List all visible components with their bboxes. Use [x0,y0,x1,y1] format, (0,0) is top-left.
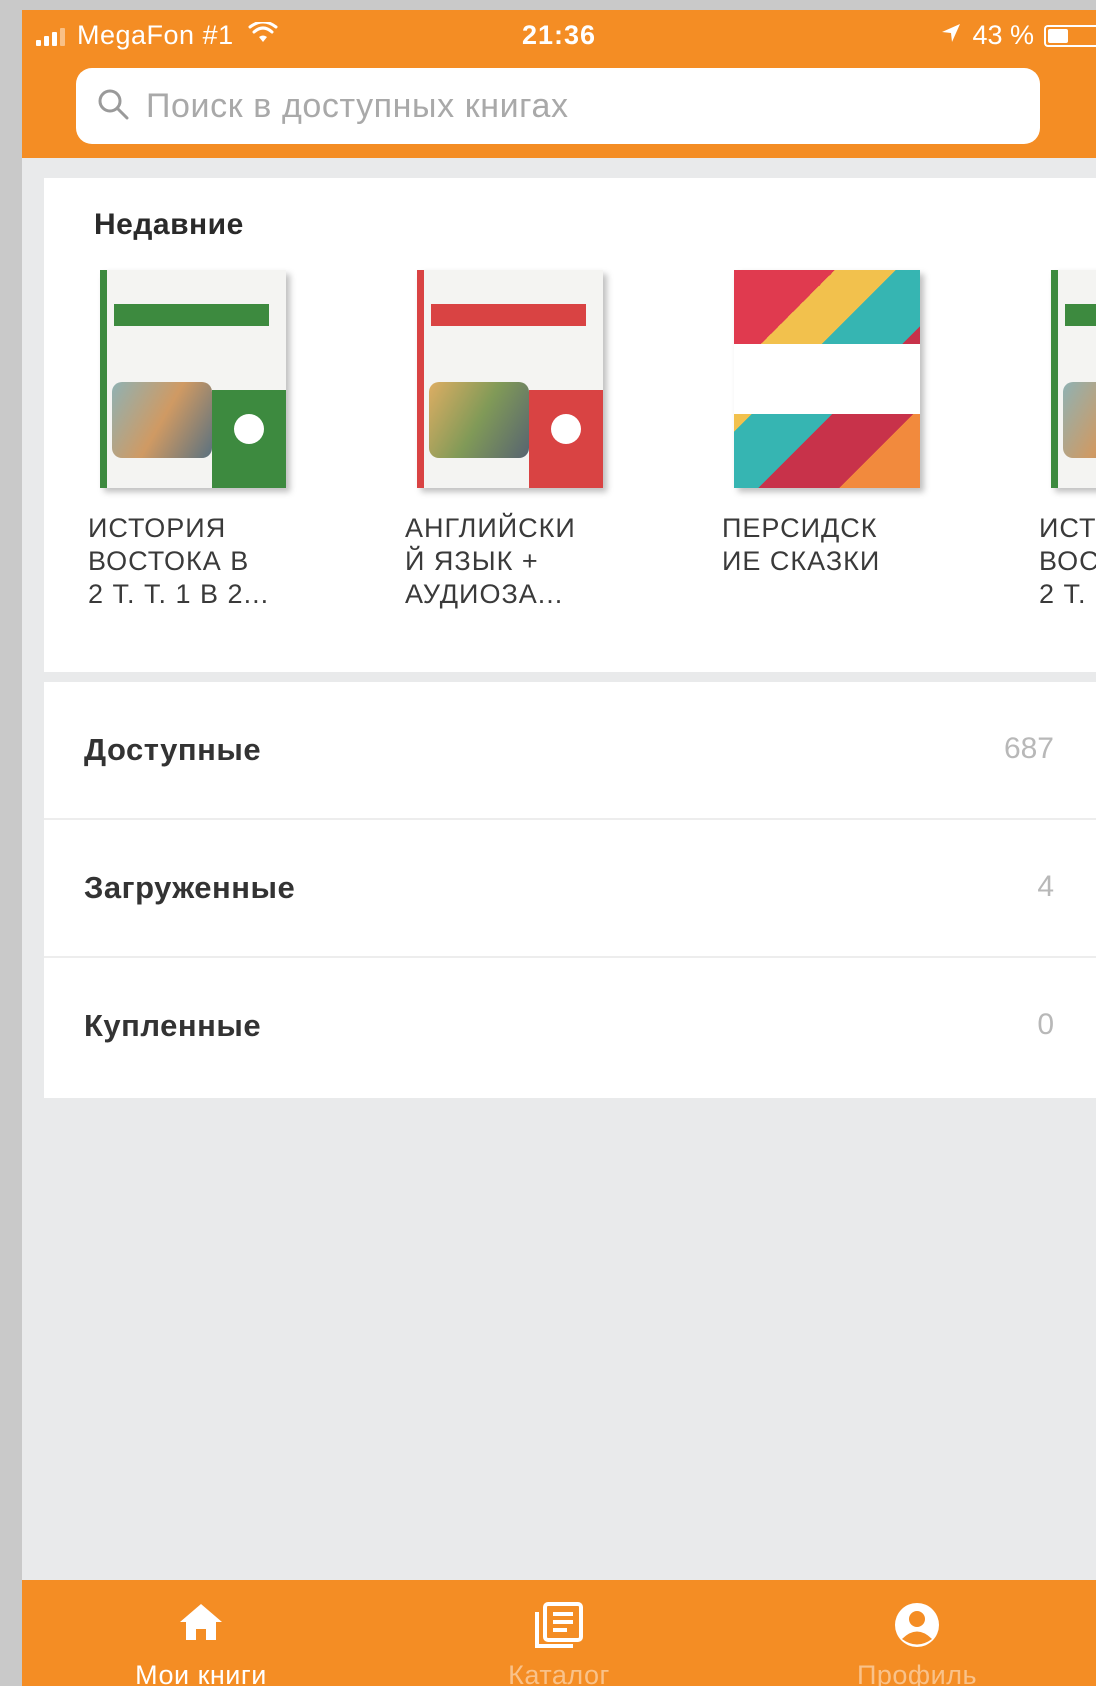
recent-title: Недавние [94,208,244,241]
book-card[interactable]: ИСТОРИЯ ВОСТОКА В 2 Т. Т. 1 В 2... [88,270,318,611]
book-cover[interactable] [417,270,603,488]
tab-bar: Мои книги Каталог Профиль [22,1580,1096,1686]
tab-label: Профиль [856,1660,978,1686]
book-cover[interactable] [100,270,286,488]
battery-percent: 43 % [972,20,1034,50]
app-screen: MegaFon #1 21:36 43 % Поиск в доступных … [22,10,1096,1686]
search-icon [96,87,130,126]
profile-icon [893,1602,941,1653]
book-title: ПЕРСИДСК ИЕ СКАЗКИ [722,513,881,576]
book-title: ИСТОРИЯ ВОСТОКА В 2 Т. Т. 1 В 2... [88,513,270,609]
tab-profile[interactable]: Профиль [738,1580,1096,1686]
status-right: 43 % [940,20,1096,51]
list-row-count: 687 [1003,732,1054,765]
book-cover[interactable] [1051,270,1096,488]
list-row-downloaded[interactable]: Загруженные 4 [44,820,1096,958]
header: MegaFon #1 21:36 43 % [22,10,1096,158]
book-cover[interactable] [734,270,920,488]
list-row-label: Загруженные [84,870,296,905]
list-row-label: Купленные [84,1008,262,1043]
library-lists: Доступные 687 Загруженные 4 Купленные 0 [44,682,1096,1098]
tab-label: Мои книги [135,1660,267,1686]
location-icon [940,20,962,51]
status-time: 21:36 [521,20,597,50]
list-row-purchased[interactable]: Купленные 0 [44,958,1096,1096]
battery-icon [1044,24,1096,47]
book-title: АНГЛИЙСКИ Й ЯЗЫК + АУДИОЗА... [405,513,576,609]
book-card[interactable]: ИСТ ВОС 2 Т. [1039,270,1096,611]
tab-my-books[interactable]: Мои книги [22,1580,380,1686]
tab-catalog[interactable]: Каталог [380,1580,738,1686]
book-card[interactable]: ПЕРСИДСК ИЕ СКАЗКИ [722,270,952,578]
book-card[interactable]: АНГЛИЙСКИ Й ЯЗЫК + АУДИОЗА... [405,270,635,611]
status-bar: MegaFon #1 21:36 43 % [22,10,1096,60]
list-row-available[interactable]: Доступные 687 [44,682,1096,820]
list-row-count: 0 [1037,1008,1054,1041]
book-title: ИСТ ВОС 2 Т. [1039,513,1096,609]
tab-label: Каталог [508,1660,610,1686]
search-input[interactable] [146,86,1006,126]
home-icon [177,1602,225,1647]
catalog-icon [533,1602,585,1653]
list-row-label: Доступные [84,732,262,767]
list-row-count: 4 [1037,870,1054,903]
search-bar[interactable] [76,68,1040,144]
recent-section: Недавние ИСТОРИЯ ВОСТОКА В 2 Т. Т. 1 В 2… [44,178,1096,672]
